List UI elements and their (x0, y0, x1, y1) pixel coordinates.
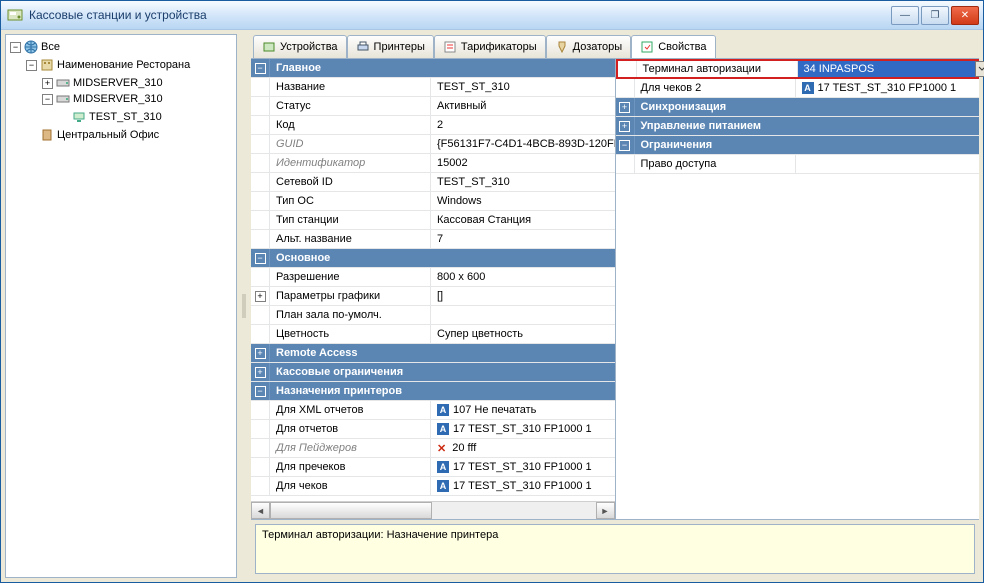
tab-tariffs[interactable]: Тарификаторы (434, 35, 546, 58)
collapse-icon[interactable]: − (42, 94, 53, 105)
tab-devices[interactable]: Устройства (253, 35, 347, 58)
scroll-left-button[interactable]: ◄ (251, 502, 270, 519)
dropdown-button[interactable] (975, 61, 984, 77)
prop-checks2[interactable]: Для чеков 2A17 TEST_ST_310 FP1000 1 (616, 79, 980, 98)
group-printers[interactable]: −Назначения принтеров (251, 382, 615, 401)
app-icon (7, 7, 23, 23)
group-sync[interactable]: +Синхронизация (616, 98, 980, 117)
globe-icon (24, 40, 38, 54)
minimize-button[interactable]: — (891, 6, 919, 25)
prop-alt[interactable]: Альт. название7 (251, 230, 615, 249)
prop-checks[interactable]: Для чековA17 TEST_ST_310 FP1000 1 (251, 477, 615, 496)
tree-node-restaurant[interactable]: − Наименование Ресторана + MIDSERVER_310 (26, 57, 236, 127)
prop-station-type[interactable]: Тип станцииКассовая Станция (251, 211, 615, 230)
chevron-down-icon (978, 65, 984, 73)
group-remote[interactable]: +Remote Access (251, 344, 615, 363)
prop-code[interactable]: Код2 (251, 116, 615, 135)
prop-color[interactable]: ЦветностьСупер цветность (251, 325, 615, 344)
a-icon: A (802, 82, 814, 94)
dispenser-icon (555, 40, 569, 54)
prop-guid[interactable]: GUID{F56131F7-C4D1-4BCB-893D-120FF366A7A (251, 135, 615, 154)
right-pane: Устройства Принтеры Тарификаторы Дозатор… (251, 34, 979, 578)
h-scrollbar[interactable]: ◄ ► (251, 501, 615, 519)
a-icon: A (437, 480, 449, 492)
devices-icon (262, 40, 276, 54)
prop-access[interactable]: Право доступа (616, 155, 980, 174)
prop-graphics[interactable]: +Параметры графики[] (251, 287, 615, 306)
prop-prechecks[interactable]: Для пречековA17 TEST_ST_310 FP1000 1 (251, 458, 615, 477)
printer-icon (356, 40, 370, 54)
tab-printers[interactable]: Принтеры (347, 35, 434, 58)
tree-node-station[interactable]: TEST_ST_310 (58, 109, 236, 125)
prop-name[interactable]: НазваниеTEST_ST_310 (251, 78, 615, 97)
group-main[interactable]: −Главное (251, 59, 615, 78)
tree-node-mid1[interactable]: + MIDSERVER_310 (42, 75, 236, 91)
tabstrip: Устройства Принтеры Тарификаторы Дозатор… (251, 34, 979, 59)
office-icon (40, 128, 54, 142)
prop-plan[interactable]: План зала по-умолч. (251, 306, 615, 325)
a-icon: A (437, 423, 449, 435)
scroll-thumb[interactable] (270, 502, 432, 519)
expand-icon[interactable]: + (42, 78, 53, 89)
close-button[interactable]: ✕ (951, 6, 979, 25)
titlebar: Кассовые станции и устройства — ❐ ✕ (1, 1, 983, 30)
window-title: Кассовые станции и устройства (29, 8, 891, 22)
properties-icon (640, 40, 654, 54)
maximize-button[interactable]: ❐ (921, 6, 949, 25)
prop-status[interactable]: СтатусАктивный (251, 97, 615, 116)
prop-xml[interactable]: Для XML отчетовA107 Не печатать (251, 401, 615, 420)
x-icon: ✕ (437, 442, 446, 455)
prop-ident[interactable]: Идентификатор15002 (251, 154, 615, 173)
prop-resolution[interactable]: Разрешение800 x 600 (251, 268, 615, 287)
tab-properties[interactable]: Свойства (631, 35, 715, 58)
building-icon (40, 58, 54, 72)
collapse-icon[interactable]: − (26, 60, 37, 71)
prop-reports[interactable]: Для отчетовA17 TEST_ST_310 FP1000 1 (251, 420, 615, 439)
collapse-icon[interactable]: − (10, 42, 21, 53)
group-limits[interactable]: −Ограничения (616, 136, 980, 155)
group-power[interactable]: +Управление питанием (616, 117, 980, 136)
prop-os[interactable]: Тип ОСWindows (251, 192, 615, 211)
app-window: Кассовые станции и устройства — ❐ ✕ − Вс… (0, 0, 984, 583)
tree-node-office[interactable]: Центральный Офис (26, 127, 236, 143)
prop-netid[interactable]: Сетевой IDTEST_ST_310 (251, 173, 615, 192)
station-icon (72, 110, 86, 124)
prop-auth-terminal[interactable]: Терминал авторизации 34 INPASPOS 12 (616, 59, 980, 79)
server-icon (56, 76, 70, 90)
group-kass-limits[interactable]: +Кассовые ограничения (251, 363, 615, 382)
client-area: − Все − Наименование Ресторана + (1, 30, 983, 582)
prop-pagers[interactable]: Для Пейджеров✕20 fff (251, 439, 615, 458)
status-bar: Терминал авторизации: Назначение принтер… (255, 524, 975, 574)
property-grid: −Главное НазваниеTEST_ST_310 СтатусАктив… (251, 59, 979, 520)
a-icon: A (437, 461, 449, 473)
tab-dispensers[interactable]: Дозаторы (546, 35, 632, 58)
a-icon: A (437, 404, 449, 416)
tariff-icon (443, 40, 457, 54)
scroll-right-button[interactable]: ► (596, 502, 615, 519)
group-basic[interactable]: −Основное (251, 249, 615, 268)
tree-pane[interactable]: − Все − Наименование Ресторана + (5, 34, 237, 578)
grid-right: Терминал авторизации 34 INPASPOS 12 Для … (615, 59, 980, 519)
splitter[interactable] (241, 34, 247, 578)
tree-node-mid2[interactable]: − MIDSERVER_310 TEST_ST_310 (42, 91, 236, 126)
tree-node-all[interactable]: − Все − Наименование Ресторана + (10, 39, 236, 144)
server-icon (56, 92, 70, 106)
grid-left: −Главное НазваниеTEST_ST_310 СтатусАктив… (251, 59, 615, 519)
